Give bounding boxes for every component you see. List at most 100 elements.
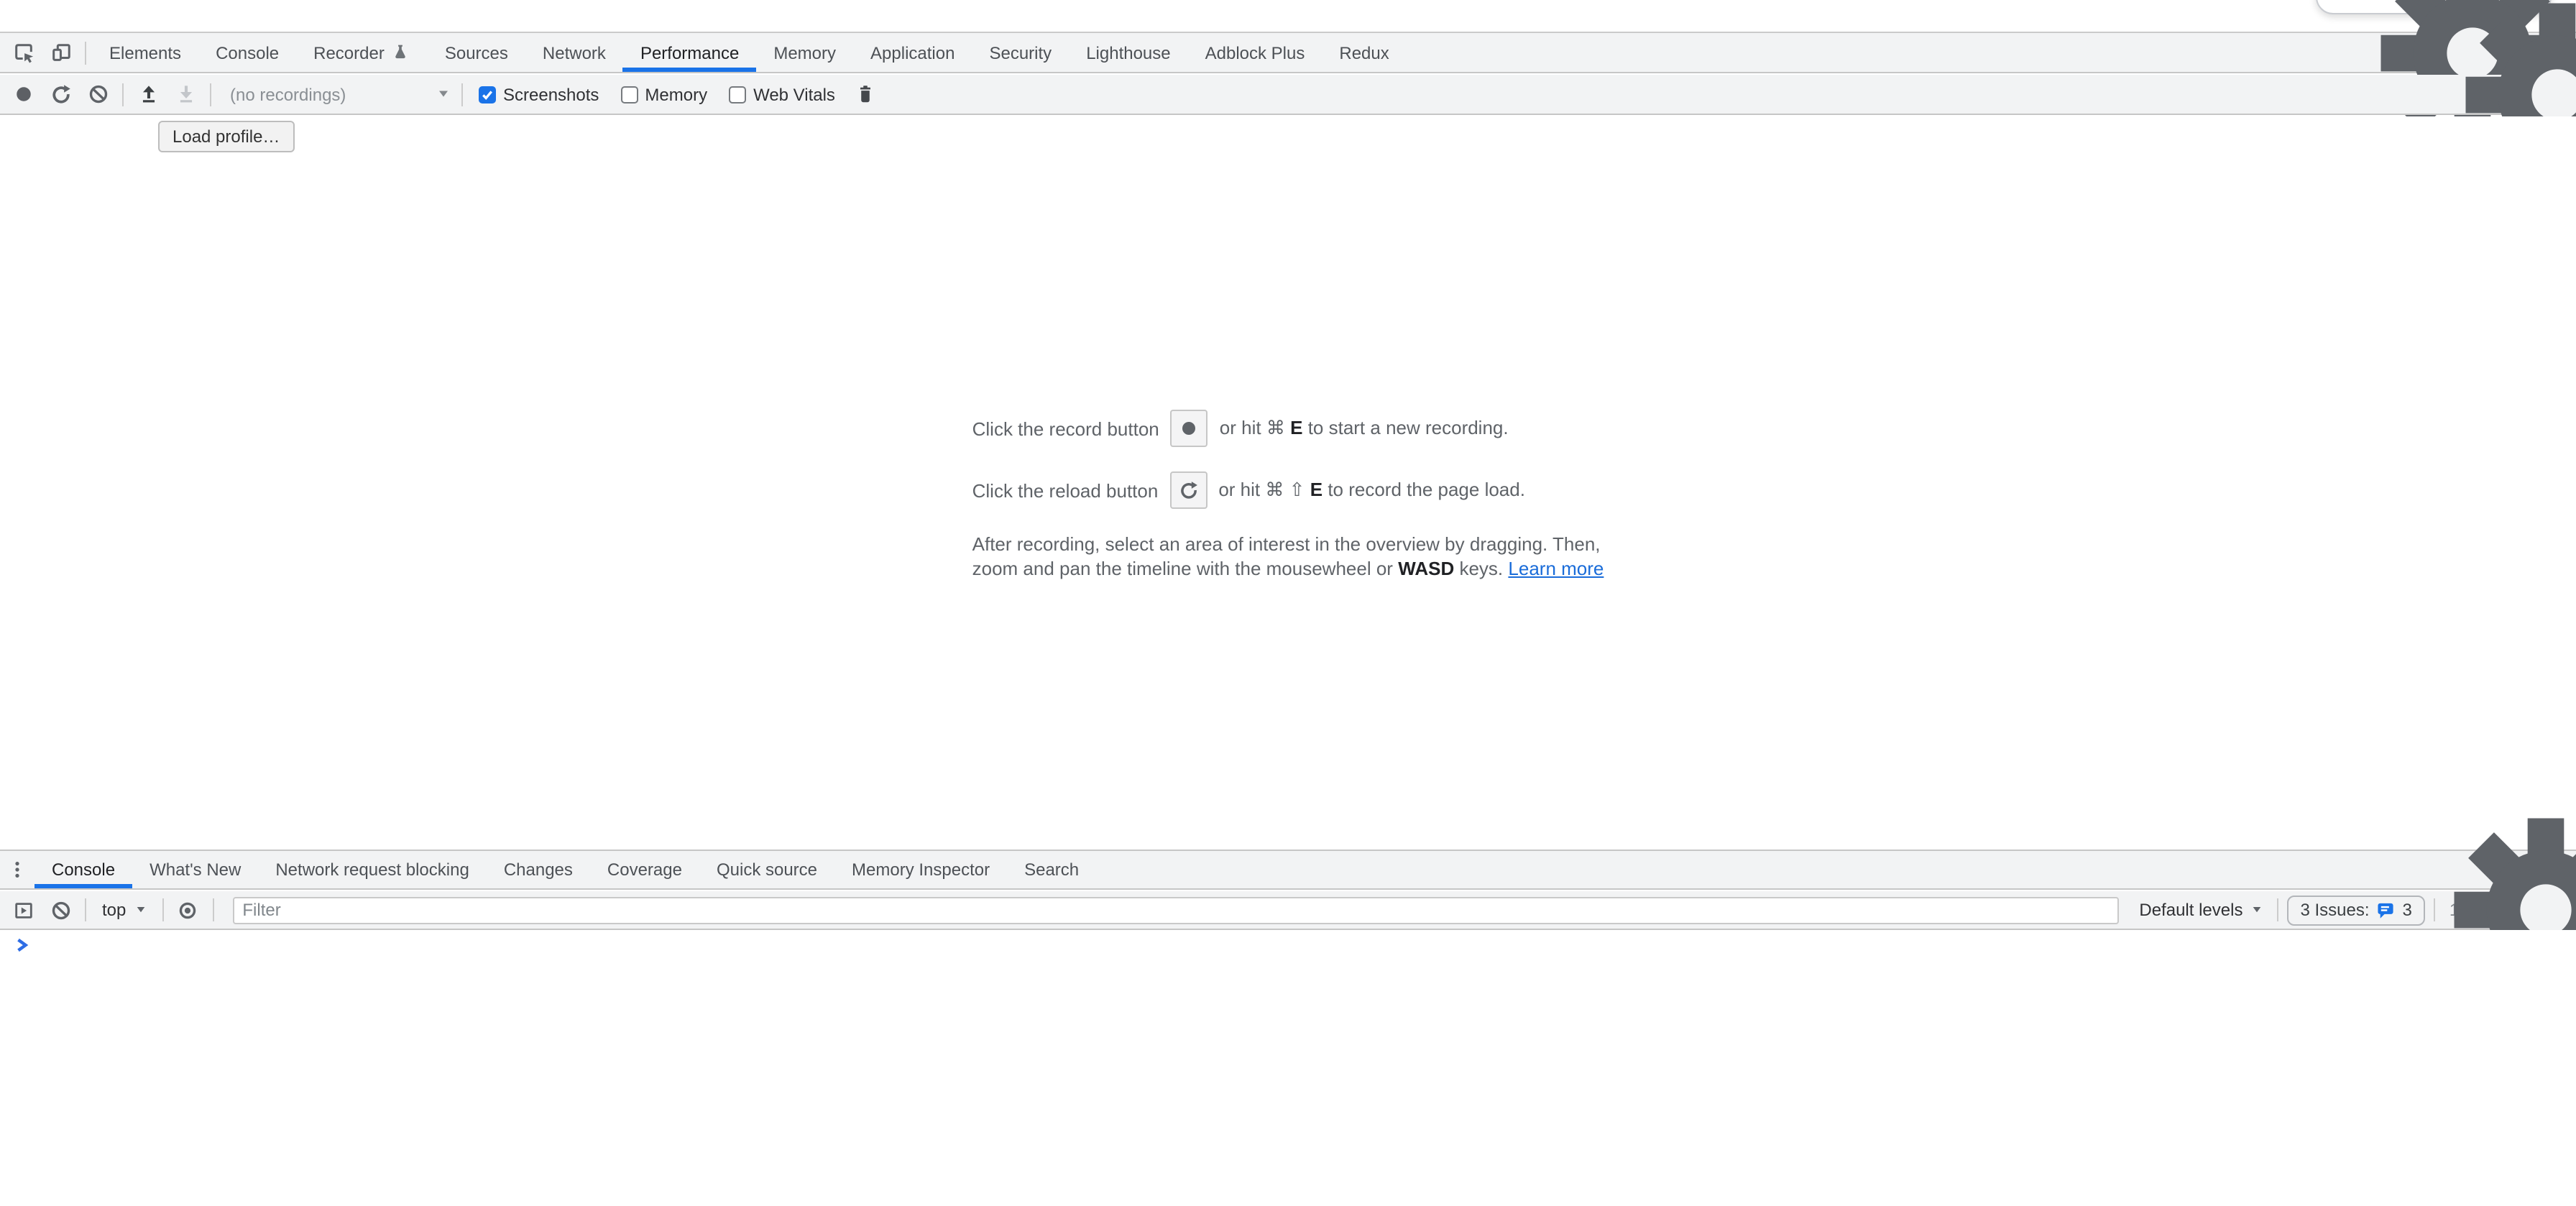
checkbox-label: Memory xyxy=(645,84,707,104)
main-tab-strip: Elements Console Recorder Sources NetworkPer… xyxy=(92,33,1407,72)
save-profile-button[interactable] xyxy=(167,75,204,113)
tab-console[interactable]: Console xyxy=(198,33,296,72)
checkbox-screenshots[interactable]: Screenshots xyxy=(479,84,599,104)
tab-label: Redux xyxy=(1339,42,1389,63)
drawer-tabbar: Console What's New Network request blockin… xyxy=(0,850,2576,890)
tab-security[interactable]: Security xyxy=(972,33,1069,72)
kebab-menu-icon xyxy=(7,860,27,880)
tab-changes[interactable]: Changes xyxy=(487,851,590,888)
reload-icon xyxy=(1178,480,1198,500)
tab-label: Console xyxy=(216,42,279,63)
block-icon xyxy=(87,83,109,105)
checkbox-web-vitals[interactable]: Web Vitals xyxy=(729,84,835,104)
live-expression-button[interactable] xyxy=(169,891,206,929)
tab-application[interactable]: Application xyxy=(853,33,972,72)
tab-label: Memory xyxy=(773,42,836,63)
log-levels-select[interactable]: Default levels xyxy=(2130,894,2271,926)
checkbox-checked-icon xyxy=(479,86,496,103)
reload-instruction-after: or hit ⌘ ⇧ E to record the page load. xyxy=(1218,479,1525,502)
tab-redux[interactable]: Redux xyxy=(1322,33,1406,72)
tab-label: Elements xyxy=(109,42,181,63)
tab-label: Lighthouse xyxy=(1086,42,1170,63)
tab-lighthouse[interactable]: Lighthouse xyxy=(1069,33,1187,72)
execution-context-select[interactable]: top xyxy=(92,894,156,926)
clear-button[interactable] xyxy=(79,75,116,113)
load-profile-button[interactable] xyxy=(129,75,167,113)
tab-sources[interactable]: Sources xyxy=(428,33,525,72)
clear-console-button[interactable] xyxy=(42,891,79,929)
record-instruction-line: Click the record button or hit ⌘ E to st… xyxy=(972,410,1604,447)
spacer xyxy=(1096,851,2533,888)
reload-button-illustration[interactable] xyxy=(1169,471,1207,509)
checkbox-memory[interactable]: Memory xyxy=(620,84,707,104)
timeline-tip-text: After recording, select an area of inter… xyxy=(972,533,1604,581)
tab-performance[interactable]: Performance xyxy=(623,33,756,72)
load-profile-tooltip: Load profile… xyxy=(158,121,294,152)
divider xyxy=(2277,898,2278,921)
tab-adblock-plus[interactable]: Adblock Plus xyxy=(1188,33,1322,72)
tab-label: Search xyxy=(1024,860,1079,880)
console-messages-area[interactable] xyxy=(0,930,2576,1206)
levels-select-value: Default levels xyxy=(2139,900,2242,920)
reload-instruction-line: Click the reload button or hit ⌘ ⇧ E to … xyxy=(972,471,1604,509)
divider xyxy=(210,83,211,106)
chevron-down-icon xyxy=(437,88,450,101)
tab-search[interactable]: Search xyxy=(1007,851,1096,888)
tab-memory[interactable]: Memory xyxy=(756,33,853,72)
gc-trash-button[interactable] xyxy=(847,75,884,113)
divider xyxy=(85,41,86,64)
record-circle-icon xyxy=(14,85,32,103)
console-filter-input[interactable] xyxy=(232,896,2119,924)
recordings-select[interactable]: (no recordings) xyxy=(217,78,456,110)
tab-label: Recorder xyxy=(313,42,385,63)
drawer-menu-button[interactable] xyxy=(0,851,34,888)
tab-label: Application xyxy=(870,42,954,63)
tab-label: Memory Inspector xyxy=(852,860,990,880)
download-icon xyxy=(175,83,196,105)
tab-what-s-new[interactable]: What's New xyxy=(132,851,258,888)
tab-label: Changes xyxy=(504,860,573,880)
tab-label: Adblock Plus xyxy=(1205,42,1305,63)
devtools-main-tabbar: Elements Console Recorder Sources NetworkPer… xyxy=(0,32,2576,73)
tab-label: Sources xyxy=(445,42,508,63)
trash-icon xyxy=(855,83,875,105)
device-toolbar-icon xyxy=(50,42,71,63)
record-circle-icon xyxy=(1181,420,1198,437)
tab-recorder[interactable]: Recorder xyxy=(296,33,428,72)
console-sidebar-toggle[interactable] xyxy=(4,891,42,929)
performance-landing: Click the record button or hit ⌘ E to st… xyxy=(972,410,1604,581)
tab-console[interactable]: Console xyxy=(34,851,132,888)
tab-network[interactable]: Network xyxy=(525,33,623,72)
console-settings-button[interactable] xyxy=(2527,891,2564,929)
learn-more-link[interactable]: Learn more xyxy=(1508,557,1604,579)
context-select-value: top xyxy=(102,900,126,920)
checkbox-unchecked-icon xyxy=(729,86,746,103)
tab-memory-inspector[interactable]: Memory Inspector xyxy=(834,851,1007,888)
device-toolbar-button[interactable] xyxy=(42,34,79,71)
tab-label: Console xyxy=(52,860,115,880)
record-button-illustration[interactable] xyxy=(1171,410,1208,447)
tab-label: Network request blocking xyxy=(275,860,469,880)
tab-label: Coverage xyxy=(607,860,682,880)
capture-settings-button[interactable] xyxy=(2539,75,2576,113)
block-icon xyxy=(50,899,71,921)
tab-coverage[interactable]: Coverage xyxy=(590,851,699,888)
checkbox-label: Screenshots xyxy=(503,84,599,104)
record-instruction-after: or hit ⌘ E to start a new recording. xyxy=(1220,417,1509,440)
tab-quick-source[interactable]: Quick source xyxy=(699,851,834,888)
tooltip-text: Load profile… xyxy=(172,126,280,147)
divider xyxy=(461,83,463,106)
tab-label: Security xyxy=(989,42,1052,63)
divider xyxy=(212,898,213,921)
checkbox-unchecked-icon xyxy=(620,86,638,103)
chevron-down-icon xyxy=(134,904,146,916)
record-button[interactable] xyxy=(4,75,42,113)
checkbox-label: Web Vitals xyxy=(753,84,835,104)
upload-icon xyxy=(137,83,159,105)
console-prompt[interactable] xyxy=(0,930,2576,953)
record-instruction-before: Click the record button xyxy=(972,418,1159,439)
reload-and-record-button[interactable] xyxy=(42,75,79,113)
tab-elements[interactable]: Elements xyxy=(92,33,198,72)
tab-network-request-blocking[interactable]: Network request blocking xyxy=(258,851,486,888)
inspect-element-button[interactable] xyxy=(4,34,42,71)
